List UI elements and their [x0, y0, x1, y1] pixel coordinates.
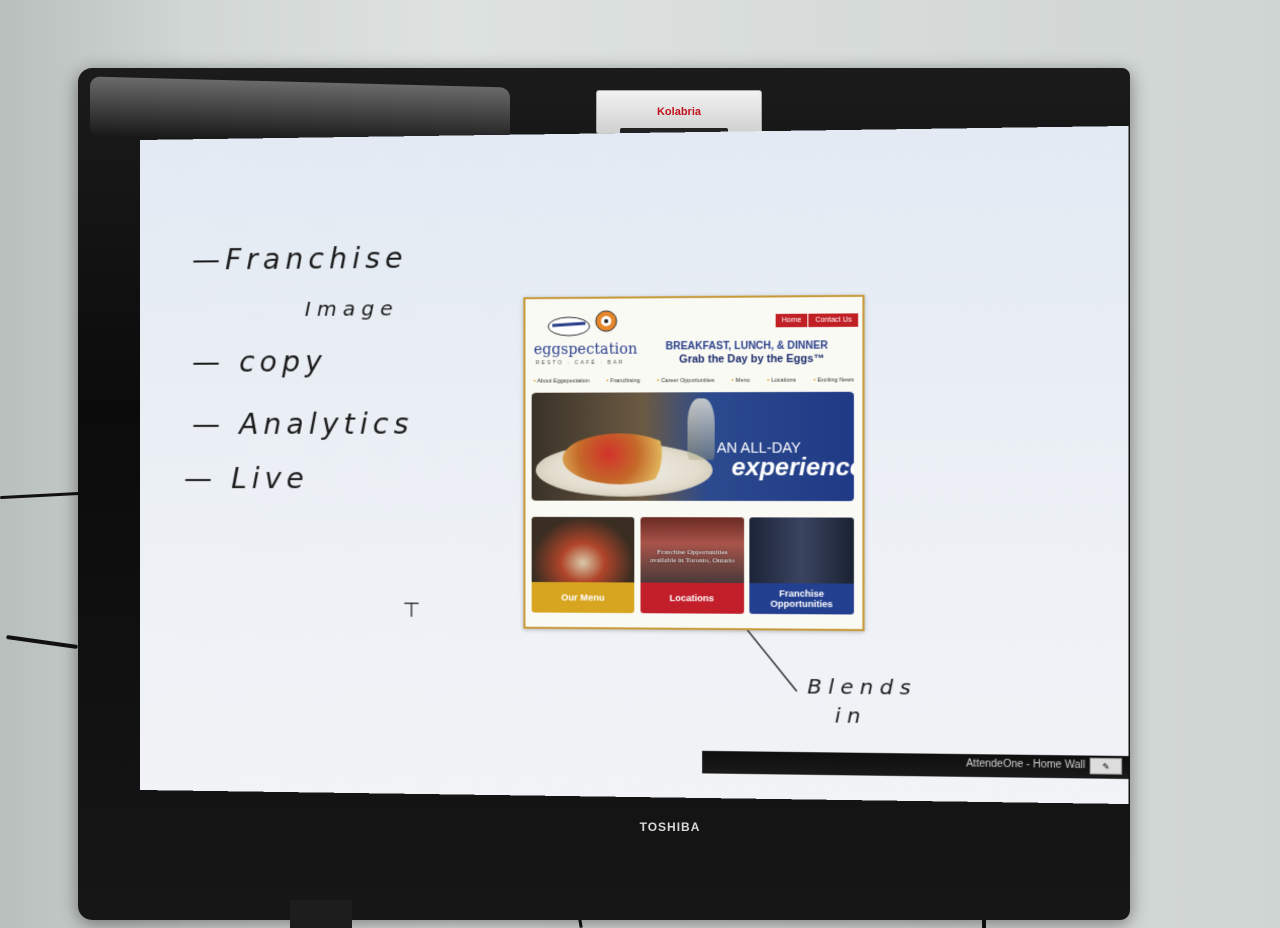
card-label-locations: Locations: [639, 582, 744, 614]
note-analytics: — Analytics: [191, 407, 414, 441]
card-franchise[interactable]: Franchise Opportunities: [749, 517, 854, 615]
site-logo-text: eggspectation: [533, 341, 638, 359]
camera-label: Kolabria: [656, 106, 701, 118]
note-copy: — copy: [191, 345, 327, 379]
note-image: Image: [304, 296, 399, 321]
card-label-menu: Our Menu: [531, 581, 635, 614]
hero-food-image: [562, 433, 678, 485]
site-feature-cards: Our Menu Franchise Opportunities availab…: [531, 516, 854, 615]
subnav-locations-link[interactable]: Locations: [767, 378, 796, 384]
hero-wine-glass-image: [687, 398, 715, 460]
site-hero-banner[interactable]: AN ALL-DAY experience: [531, 391, 854, 502]
settings-button[interactable]: ✎: [1089, 757, 1123, 775]
site-tagline-line2: Grab the Day by the Eggs™: [679, 352, 825, 366]
nav-contact-link[interactable]: Contact Us: [808, 313, 859, 328]
tv-stand: [290, 900, 352, 928]
subnav-news-link[interactable]: Exciting News: [814, 377, 854, 383]
subnav-menu-link[interactable]: Menu: [732, 378, 750, 384]
franchise-card-image: [749, 517, 854, 584]
tv-brand-logo: TOSHIBA: [639, 820, 701, 834]
wall-title: AttendeOne - Home Wall: [966, 758, 1086, 772]
card-our-menu[interactable]: Our Menu: [531, 516, 635, 614]
egg-mascot-logo-icon: [546, 309, 629, 340]
subnav-careers-link[interactable]: Career Opportunities: [657, 378, 714, 384]
site-logo-subtitle: RESTO · CAFÉ · BAR: [535, 359, 625, 367]
site-tagline-line1: BREAKFAST, LUNCH, & DINNER: [665, 340, 828, 353]
note-live: — Live: [183, 461, 309, 496]
site-top-nav: Home Contact Us: [775, 313, 859, 328]
subnav-about-link[interactable]: About Eggspectation: [534, 378, 590, 384]
whiteboard-screen[interactable]: —Franchise Image — copy — Analytics — Li…: [140, 125, 1129, 805]
subnav-franchising-link[interactable]: Franchising: [607, 378, 640, 384]
card-locations[interactable]: Franchise Opportunities available in Tor…: [639, 517, 744, 614]
annotation-in: in: [834, 703, 867, 729]
annotation-blends: Blends: [807, 673, 918, 700]
stray-mark: ⊤: [402, 597, 427, 622]
hero-headline-emphasis: experience: [731, 453, 854, 482]
nav-home-link[interactable]: Home: [775, 313, 808, 328]
embedded-website[interactable]: eggspectation RESTO · CAFÉ · BAR Home Co…: [523, 294, 865, 632]
site-sub-nav: About Eggspectation Franchising Career O…: [534, 377, 854, 384]
menu-card-image: [531, 516, 635, 583]
site-header: eggspectation RESTO · CAFÉ · BAR Home Co…: [525, 297, 862, 371]
locations-card-overlay: Franchise Opportunities available in Tor…: [649, 547, 735, 565]
note-franchise: —Franchise: [191, 241, 408, 277]
card-label-franchise: Franchise Opportunities: [749, 583, 854, 615]
